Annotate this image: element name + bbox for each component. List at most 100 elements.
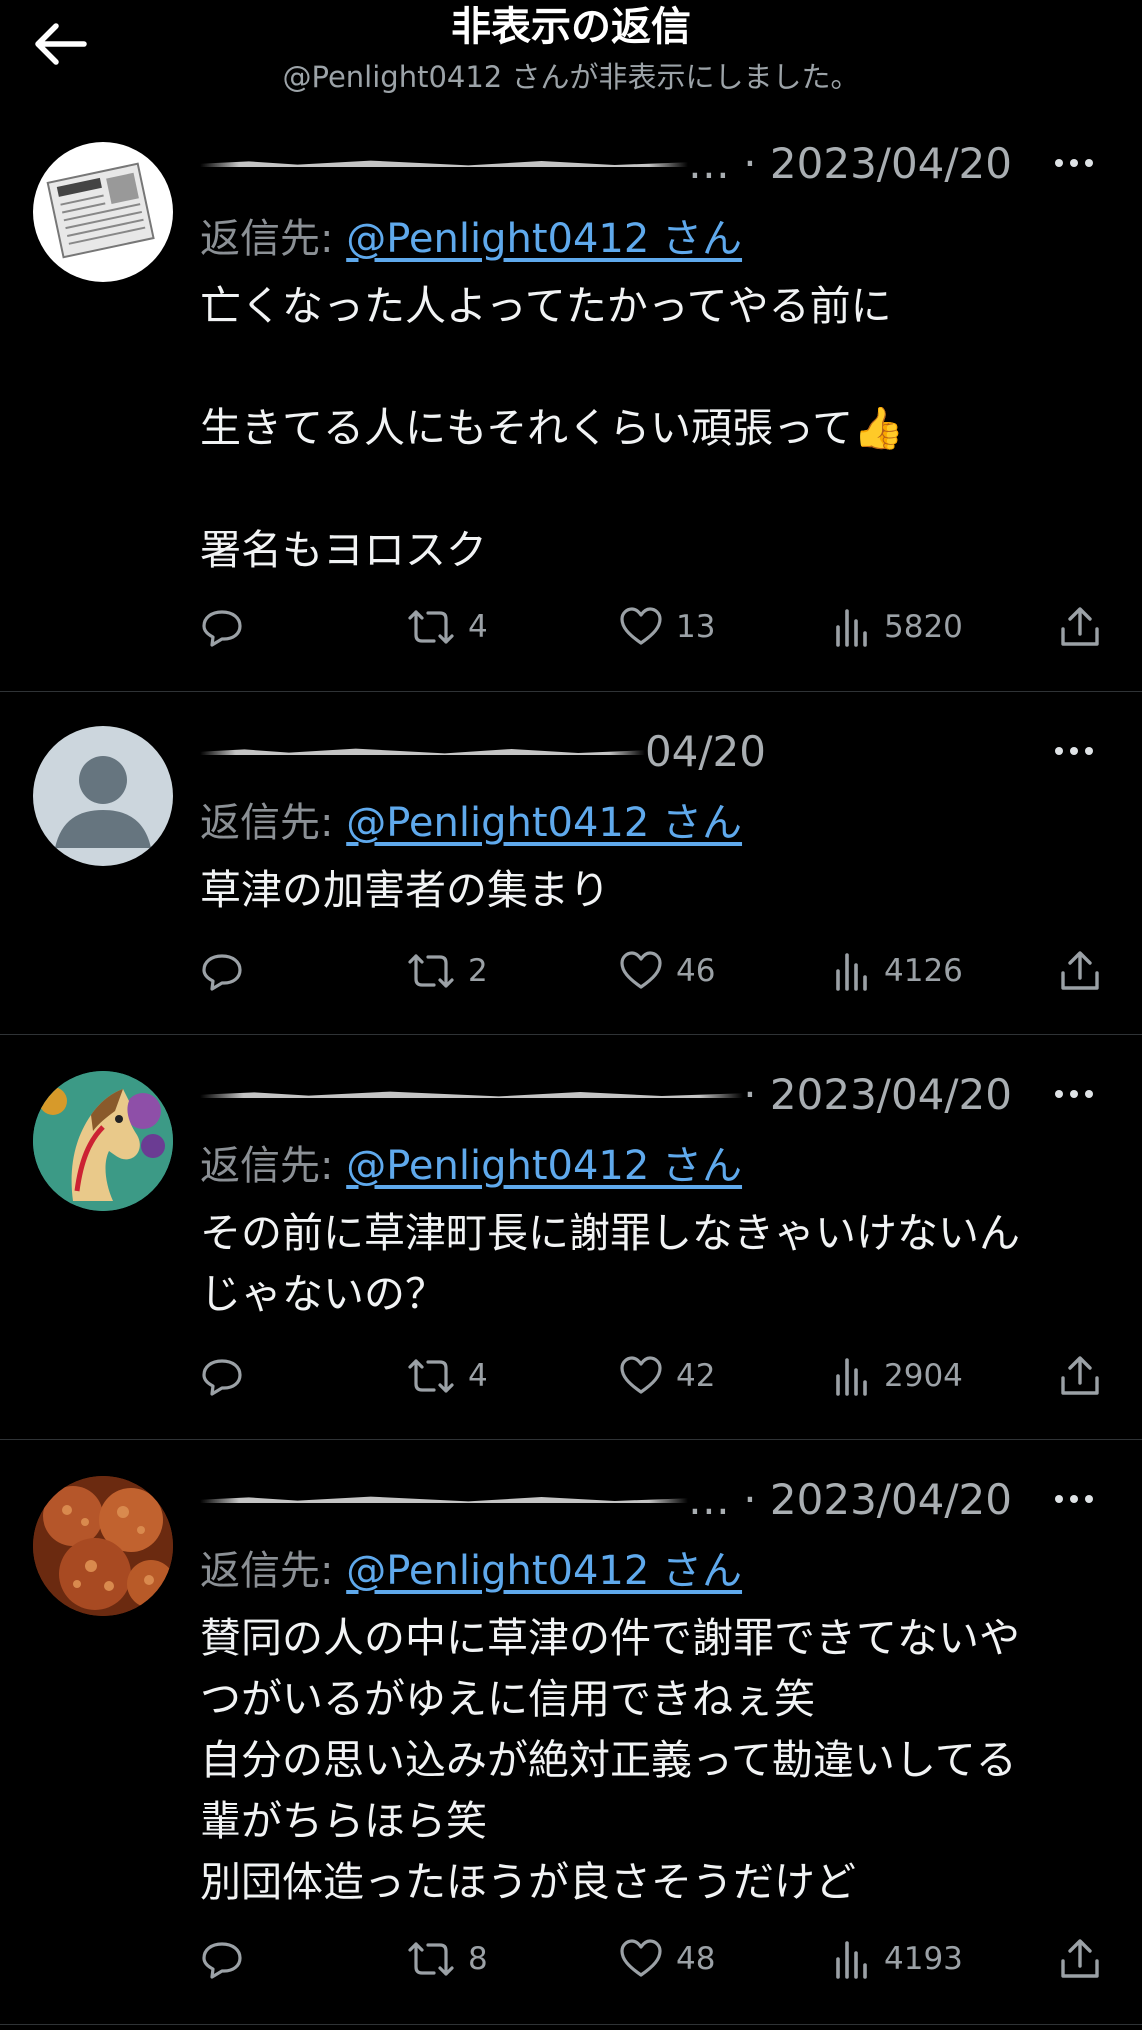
- like-count: 46: [676, 953, 716, 989]
- tweet-actions: 4 42 2904: [200, 1351, 1110, 1401]
- bar-chart-icon: [836, 1358, 867, 1396]
- views-count: 4193: [884, 1941, 963, 1977]
- retweet-button[interactable]: 8: [406, 1934, 488, 1984]
- heart-icon: [620, 607, 662, 645]
- views-button[interactable]: 2904: [832, 1351, 963, 1401]
- reply-to-handle-link[interactable]: @Penlight0412 さん: [346, 1143, 742, 1189]
- tweet-date: … · 2023/04/20: [687, 1474, 1012, 1524]
- tweet-meta: · 2023/04/20: [200, 1067, 1012, 1121]
- reply-to: 返信先: @Penlight0412 さん: [200, 790, 742, 848]
- tweet-date: 04/20: [644, 726, 766, 776]
- views-count: 5820: [884, 609, 963, 645]
- share-icon: [1061, 607, 1099, 646]
- retweet-button[interactable]: 2: [406, 946, 488, 996]
- page-subtitle: @Penlight0412 さんが非表示にしました。: [282, 60, 860, 94]
- like-button[interactable]: 42: [618, 1351, 715, 1401]
- reply-button[interactable]: [200, 1351, 244, 1401]
- more-options-button[interactable]: [1044, 1479, 1104, 1519]
- top-bar: 非表示の返信 @Penlight0412 さんが非表示にしました。: [0, 0, 1142, 110]
- share-button[interactable]: [1058, 602, 1102, 652]
- retweet-count: 8: [468, 1941, 488, 1977]
- retweet-icon: [408, 610, 454, 644]
- redacted-name: [200, 140, 688, 186]
- reply-to-handle-link[interactable]: @Penlight0412 さん: [346, 216, 742, 262]
- reply-to: 返信先: @Penlight0412 さん: [200, 1133, 742, 1191]
- avatar[interactable]: [33, 726, 173, 866]
- reply-icon: [202, 1942, 242, 1979]
- views-button[interactable]: 5820: [832, 602, 963, 652]
- retweet-icon: [408, 1942, 454, 1976]
- reply-tweet[interactable]: … · 2023/04/20 返信先: @Penlight0412 さん 亡くな…: [0, 110, 1142, 692]
- like-count: 48: [676, 1941, 716, 1977]
- views-count: 4126: [884, 953, 963, 989]
- views-button[interactable]: 4193: [832, 1934, 963, 1984]
- like-button[interactable]: 46: [618, 946, 715, 996]
- like-button[interactable]: 13: [618, 602, 715, 652]
- share-button[interactable]: [1058, 946, 1102, 996]
- like-button[interactable]: 48: [618, 1934, 715, 1984]
- reply-to-label: 返信先:: [200, 1548, 347, 1594]
- reply-icon: [202, 954, 242, 991]
- reply-button[interactable]: [200, 602, 244, 652]
- share-button[interactable]: [1058, 1351, 1102, 1401]
- views-count: 2904: [884, 1358, 963, 1394]
- retweet-count: 2: [468, 953, 488, 989]
- tweet-text: 亡くなった人よってたかってやる前に 生きてる人にもそれくらい頑張って👍 署名もヨ…: [200, 282, 905, 574]
- avatar[interactable]: [33, 1071, 173, 1211]
- more-options-button[interactable]: [1044, 143, 1104, 183]
- retweet-button[interactable]: 4: [406, 602, 488, 652]
- heart-icon: [620, 1939, 662, 1977]
- more-options-button[interactable]: [1044, 1074, 1104, 1114]
- tweet-text: 賛同の人の中に草津の件で謝罪できてないや つがいるがゆえに信用できねぇ笑 自分の…: [200, 1614, 1020, 1906]
- reply-button[interactable]: [200, 1934, 244, 1984]
- share-icon: [1061, 1356, 1099, 1395]
- reply-tweet[interactable]: 04/20 返信先: @Penlight0412 さん 草津の加害者の集まり 2…: [0, 692, 1142, 1035]
- share-button[interactable]: [1058, 1934, 1102, 1984]
- retweet-icon: [408, 954, 454, 988]
- fried-chicken-icon: [33, 1476, 173, 1616]
- tweet-actions: 8 48 4193: [200, 1934, 1110, 1984]
- reply-to-handle-link[interactable]: @Penlight0412 さん: [346, 800, 742, 846]
- tweet-text: その前に草津町長に謝罪しなきゃいけないん じゃないの？: [200, 1209, 1020, 1318]
- bar-chart-icon: [836, 609, 867, 647]
- horse-icon: [33, 1071, 173, 1211]
- newspaper-icon: [46, 162, 155, 259]
- reply-to: 返信先: @Penlight0412 さん: [200, 1538, 742, 1596]
- tweet-date: … · 2023/04/20: [687, 138, 1012, 188]
- heart-icon: [620, 951, 662, 989]
- default-person-icon: [55, 756, 151, 848]
- redacted-name: [200, 1071, 744, 1117]
- reply-tweet[interactable]: … · 2023/04/20 返信先: @Penlight0412 さん 賛同の…: [0, 1440, 1142, 2025]
- bar-chart-icon: [836, 953, 867, 991]
- more-options-button[interactable]: [1044, 731, 1104, 771]
- avatar[interactable]: [33, 142, 173, 282]
- reply-to-label: 返信先:: [200, 800, 347, 846]
- heart-icon: [620, 1356, 662, 1394]
- avatar[interactable]: [33, 1476, 173, 1616]
- share-icon: [1061, 1939, 1099, 1978]
- like-count: 13: [676, 609, 716, 645]
- reply-to: 返信先: @Penlight0412 さん: [200, 206, 742, 264]
- retweet-button[interactable]: 4: [406, 1351, 488, 1401]
- retweet-icon: [408, 1359, 454, 1393]
- page-title: 非表示の返信: [451, 4, 691, 50]
- bar-chart-icon: [836, 1941, 867, 1979]
- tweet-text: 草津の加害者の集まり: [200, 866, 610, 914]
- tweet-meta: … · 2023/04/20: [200, 136, 1012, 190]
- tweet-actions: 4 13 5820: [200, 602, 1110, 652]
- tweet-date: · 2023/04/20: [743, 1069, 1012, 1119]
- reply-to-handle-link[interactable]: @Penlight0412 さん: [346, 1548, 742, 1594]
- retweet-count: 4: [468, 1358, 488, 1394]
- views-button[interactable]: 4126: [832, 946, 963, 996]
- reply-icon: [202, 1359, 242, 1396]
- reply-tweet[interactable]: · 2023/04/20 返信先: @Penlight0412 さん その前に草…: [0, 1035, 1142, 1440]
- retweet-count: 4: [468, 609, 488, 645]
- redacted-name: [200, 1476, 688, 1522]
- reply-to-label: 返信先:: [200, 1143, 347, 1189]
- tweet-meta: 04/20: [200, 724, 1012, 778]
- like-count: 42: [676, 1358, 716, 1394]
- tweet-actions: 2 46 4126: [200, 946, 1110, 996]
- reply-button[interactable]: [200, 946, 244, 996]
- share-icon: [1061, 951, 1099, 990]
- reply-to-label: 返信先:: [200, 216, 347, 262]
